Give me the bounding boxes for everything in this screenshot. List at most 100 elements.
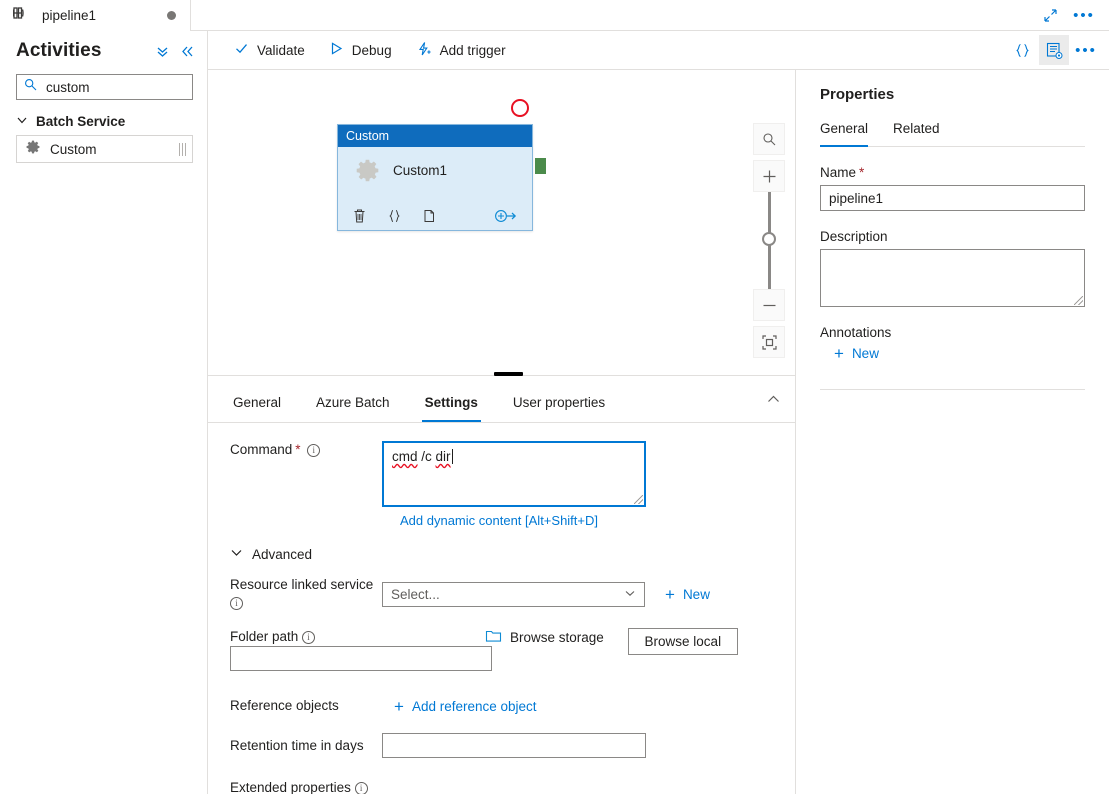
chevron-down-icon	[16, 114, 28, 129]
drag-handle-icon[interactable]	[179, 143, 186, 156]
details-tabs: General Azure Batch Settings User proper…	[208, 376, 795, 423]
zoom-slider[interactable]	[753, 192, 785, 289]
resource-linked-service-row: Resource linked service i Select... + Ne…	[208, 576, 795, 612]
plus-icon: +	[665, 586, 675, 603]
reference-objects-label: Reference objects	[208, 697, 382, 715]
browse-local-button[interactable]: Browse local	[628, 628, 738, 655]
add-dynamic-content-link[interactable]: Add dynamic content [Alt+Shift+D]	[400, 513, 795, 528]
command-label-wrap: Command* i	[208, 441, 382, 459]
annotations-label: Annotations	[820, 325, 1085, 340]
double-chevron-left-icon[interactable]	[180, 44, 195, 59]
activity-node-custom1[interactable]: Custom Custom1	[337, 124, 533, 231]
advanced-section-toggle[interactable]: Advanced	[230, 546, 795, 562]
pipeline-name-input[interactable]: pipeline1	[820, 185, 1085, 211]
canvas-toolbar: Validate Debug Add trigger	[208, 31, 795, 70]
gear-icon	[25, 139, 41, 160]
properties-title: Properties	[820, 86, 1085, 103]
pipeline-tab-label: pipeline1	[42, 8, 96, 23]
new-annotation-button[interactable]: + New	[820, 345, 1085, 362]
activity-node-header: Custom	[338, 125, 532, 147]
add-output-icon[interactable]	[494, 208, 518, 224]
expand-diagonal-icon[interactable]	[1035, 1, 1065, 29]
zoom-slider-handle[interactable]	[762, 232, 776, 246]
tab-settings[interactable]: Settings	[422, 395, 481, 422]
info-icon[interactable]: i	[355, 782, 368, 794]
command-label: Command	[230, 442, 292, 457]
properties-tab-general[interactable]: General	[820, 121, 868, 147]
retention-time-row: Retention time in days	[208, 733, 795, 758]
folder-path-label: Folder path	[230, 629, 298, 644]
info-icon[interactable]: i	[302, 631, 315, 644]
chevron-down-icon	[230, 546, 243, 562]
properties-panel-icon[interactable]	[1039, 35, 1069, 65]
settings-form: Command* i cmd /c dir Add dynamic conten…	[208, 423, 795, 794]
tab-general[interactable]: General	[230, 395, 284, 422]
add-trigger-label: Add trigger	[440, 43, 506, 58]
command-input[interactable]: cmd /c dir	[382, 441, 646, 507]
validate-label: Validate	[257, 43, 305, 58]
activity-item-custom[interactable]: Custom	[16, 135, 193, 163]
activity-success-connector[interactable]	[535, 158, 546, 174]
properties-toolbar: •••	[795, 31, 1109, 70]
pipeline-tab[interactable]: pipeline1	[0, 0, 191, 31]
info-icon[interactable]: i	[307, 444, 320, 457]
properties-divider	[820, 389, 1085, 390]
check-icon	[234, 41, 249, 59]
code-braces-icon[interactable]	[1007, 35, 1037, 65]
browse-storage-button[interactable]: Browse storage	[485, 628, 604, 646]
tab-azure-batch[interactable]: Azure Batch	[313, 395, 393, 422]
advanced-label: Advanced	[252, 547, 312, 562]
activities-search[interactable]	[16, 74, 193, 100]
copy-icon[interactable]	[422, 208, 437, 224]
activity-status-ring	[511, 99, 529, 117]
zoom-out-icon[interactable]	[753, 289, 785, 321]
tab-user-properties[interactable]: User properties	[510, 395, 608, 422]
activity-node-name: Custom1	[393, 163, 447, 178]
required-asterisk: *	[859, 165, 864, 180]
delete-icon[interactable]	[352, 208, 367, 224]
textarea-resize-grip[interactable]	[1074, 296, 1083, 305]
activity-group-label: Batch Service	[36, 114, 125, 129]
properties-tab-related[interactable]: Related	[893, 121, 940, 147]
properties-panel: Properties General Related Name* pipelin…	[795, 70, 1109, 794]
ellipsis-icon[interactable]: •••	[1071, 35, 1101, 65]
ellipsis-icon[interactable]: •••	[1069, 1, 1099, 29]
plus-icon: +	[834, 345, 844, 362]
activity-node-type-label: Custom	[346, 129, 389, 143]
activities-header: Activities	[0, 31, 207, 66]
ellipsis-glyph: •••	[1073, 8, 1095, 23]
required-asterisk: *	[295, 442, 300, 457]
activities-title: Activities	[16, 40, 101, 62]
zoom-in-icon[interactable]	[753, 160, 785, 192]
add-trigger-button[interactable]: Add trigger	[406, 35, 516, 65]
retention-time-input[interactable]	[382, 733, 646, 758]
search-input[interactable]	[44, 79, 185, 96]
extended-properties-label-wrap: Extended properties i	[230, 780, 795, 794]
add-reference-object-button[interactable]: + Add reference object	[394, 698, 537, 715]
canvas-zoom-controls	[753, 123, 785, 358]
debug-button[interactable]: Debug	[319, 35, 402, 65]
folder-path-input[interactable]	[230, 646, 492, 671]
adf-pipeline-editor: pipeline1 ••• Activities	[0, 0, 1109, 794]
add-reference-object-label: Add reference object	[412, 699, 537, 714]
validate-button[interactable]: Validate	[224, 35, 315, 65]
activity-group-batch-service[interactable]: Batch Service	[16, 114, 207, 129]
command-field-wrap: cmd /c dir	[382, 441, 646, 507]
resource-linked-service-select[interactable]: Select...	[382, 582, 645, 607]
resource-linked-service-label-wrap: Resource linked service i	[208, 576, 382, 612]
zoom-search-icon[interactable]	[753, 123, 785, 155]
fit-to-screen-icon[interactable]	[753, 326, 785, 358]
new-resource-linked-service-button[interactable]: + New	[665, 586, 710, 603]
pipeline-icon	[13, 6, 33, 25]
pipeline-canvas[interactable]: Custom Custom1	[208, 70, 795, 375]
pipeline-description-input[interactable]	[820, 249, 1085, 307]
code-braces-icon[interactable]	[387, 208, 402, 224]
search-icon	[24, 78, 37, 96]
unsaved-changes-dot	[167, 11, 176, 20]
chevron-up-icon[interactable]	[766, 392, 781, 412]
textarea-resize-grip[interactable]	[634, 495, 643, 504]
reference-objects-row: Reference objects + Add reference object	[208, 697, 795, 715]
double-chevron-down-icon[interactable]	[155, 44, 170, 59]
info-icon[interactable]: i	[230, 597, 243, 610]
activity-details-pane: General Azure Batch Settings User proper…	[208, 375, 795, 794]
